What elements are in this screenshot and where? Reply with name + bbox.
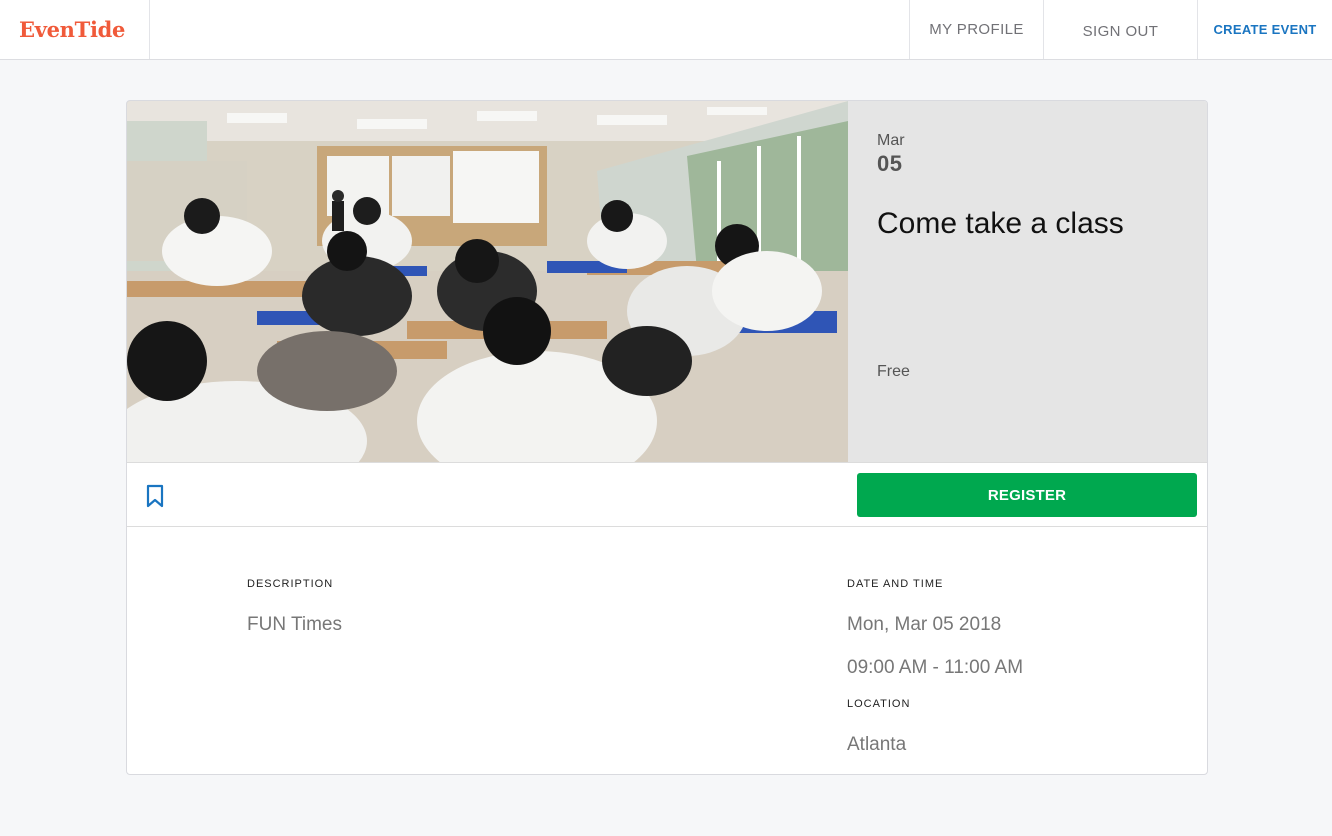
event-date: Mon, Mar 05 2018 (847, 614, 1002, 635)
create-event-link[interactable]: CREATE EVENT (1197, 0, 1332, 59)
event-location: Atlanta (847, 734, 907, 755)
location-label: LOCATION (847, 698, 911, 710)
event-time: 09:00 AM - 11:00 AM (847, 657, 1024, 678)
event-summary-panel: Mar 05 Come take a class Free (848, 101, 1207, 462)
date-time-label: DATE AND TIME (847, 578, 944, 590)
brand-logo[interactable]: EvenTide (0, 0, 150, 59)
description-text: FUN Times (247, 614, 342, 635)
description-label: DESCRIPTION (247, 578, 334, 590)
event-image (127, 101, 848, 462)
event-month: Mar (877, 132, 905, 149)
sign-out-link[interactable]: SIGN OUT (1043, 0, 1197, 59)
event-price: Free (877, 363, 910, 380)
my-profile-link[interactable]: MY PROFILE (909, 0, 1043, 59)
top-navbar: EvenTide MY PROFILE SIGN OUT CREATE EVEN… (0, 0, 1332, 60)
register-button[interactable]: REGISTER (857, 473, 1197, 517)
event-details: DESCRIPTION FUN Times DATE AND TIME Mon,… (127, 528, 1207, 774)
event-title: Come take a class (877, 207, 1124, 240)
event-day: 05 (877, 151, 903, 176)
event-card: Mar 05 Come take a class Free REGISTER D… (126, 100, 1208, 775)
bookmark-icon[interactable] (146, 484, 164, 508)
event-action-bar: REGISTER (127, 462, 1207, 527)
classroom-photo (127, 101, 848, 462)
